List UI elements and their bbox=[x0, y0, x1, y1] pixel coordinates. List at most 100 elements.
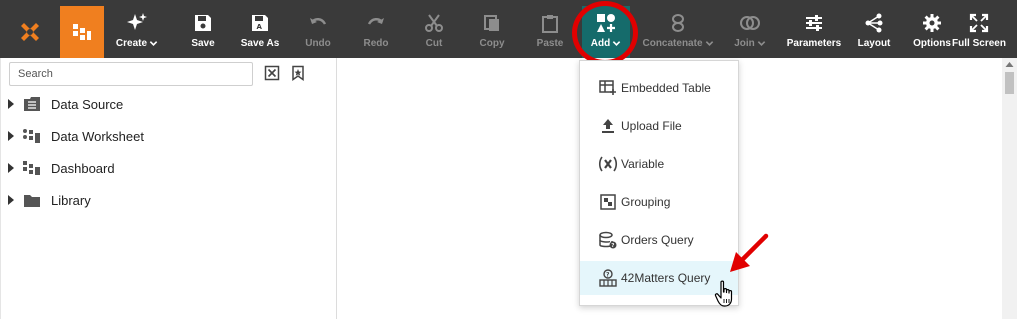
pencil-ruler-logo-icon bbox=[21, 23, 39, 41]
tree-item-data-source[interactable]: Data Source bbox=[7, 93, 123, 115]
app-logo[interactable] bbox=[0, 6, 60, 58]
sliders-icon bbox=[806, 15, 822, 31]
tree-item-label: Data Source bbox=[51, 96, 124, 112]
redo-button[interactable]: Redo bbox=[358, 6, 394, 58]
layout-button[interactable]: Layout bbox=[856, 6, 892, 58]
menu-item-label: Embedded Table bbox=[621, 81, 711, 95]
redo-icon bbox=[367, 18, 384, 25]
chevron-down-icon bbox=[705, 41, 713, 46]
add-button[interactable]: Add bbox=[582, 6, 630, 58]
tree-item-label: Data Worksheet bbox=[51, 128, 144, 144]
menu-item-upload-file[interactable]: Upload File bbox=[580, 109, 738, 143]
copy-button[interactable]: Copy bbox=[474, 6, 510, 58]
menu-item-orders-query[interactable]: ? Orders Query bbox=[580, 223, 738, 257]
tree-item-label: Dashboard bbox=[51, 160, 115, 176]
main-toolbar: Create Save A Save As Undo Redo Cut Copy… bbox=[0, 0, 1017, 58]
search-input[interactable] bbox=[9, 62, 253, 86]
expand-icon bbox=[969, 13, 989, 33]
concatenate-icon bbox=[672, 14, 684, 32]
undo-button[interactable]: Undo bbox=[300, 6, 336, 58]
concatenate-button[interactable]: Concatenate bbox=[640, 6, 716, 58]
bookmark-icon bbox=[292, 65, 304, 81]
upload-icon bbox=[602, 119, 614, 133]
layout-label: Layout bbox=[857, 38, 891, 49]
asset-tree-pane: Data Source Data Worksheet Dashboard bbox=[0, 58, 337, 319]
undo-label: Undo bbox=[305, 38, 331, 49]
gear-icon bbox=[923, 14, 941, 32]
menu-item-label: Orders Query bbox=[621, 233, 694, 247]
join-button[interactable]: Join bbox=[730, 6, 770, 58]
floppy-disk-icon bbox=[195, 15, 211, 31]
embedded-table-icon bbox=[599, 80, 616, 95]
bookmark-button[interactable] bbox=[289, 64, 307, 82]
undo-icon bbox=[310, 18, 327, 25]
grouping-icon bbox=[600, 194, 616, 210]
clear-search-button[interactable] bbox=[263, 64, 281, 82]
chevron-down-icon bbox=[149, 41, 158, 46]
cut-label: Cut bbox=[425, 38, 443, 49]
clipboard-icon bbox=[542, 15, 558, 33]
scroll-thumb[interactable] bbox=[1005, 72, 1014, 94]
tree-item-dashboard[interactable]: Dashboard bbox=[7, 157, 115, 179]
worksheet-tile-icon bbox=[73, 24, 91, 40]
menu-item-grouping[interactable]: Grouping bbox=[580, 185, 738, 219]
menu-item-label: Variable bbox=[621, 157, 665, 171]
scissors-icon bbox=[425, 14, 443, 32]
save-as-button[interactable]: A Save As bbox=[238, 6, 282, 58]
copy-label: Copy bbox=[479, 38, 505, 49]
redo-label: Redo bbox=[363, 38, 389, 49]
concatenate-label: Concatenate bbox=[642, 38, 703, 49]
tree-item-library[interactable]: Library bbox=[7, 189, 91, 211]
database-query-icon: ? bbox=[599, 231, 617, 249]
save-as-label: Save As bbox=[240, 38, 280, 49]
full-screen-label: Full Screen bbox=[952, 38, 1006, 49]
caret-right-icon bbox=[8, 99, 14, 109]
options-button[interactable]: Options bbox=[912, 6, 952, 58]
caret-right-icon bbox=[8, 195, 14, 205]
dashboard-icon bbox=[23, 161, 40, 175]
options-label: Options bbox=[913, 38, 951, 49]
hand-cursor-icon bbox=[714, 280, 733, 307]
save-as-icon: A bbox=[252, 15, 268, 31]
worksheet-logo[interactable] bbox=[60, 6, 104, 58]
menu-item-label: 42Matters Query bbox=[621, 271, 711, 285]
full-screen-button[interactable]: Full Screen bbox=[952, 6, 1006, 58]
chevron-down-icon bbox=[612, 41, 621, 46]
save-label: Save bbox=[191, 38, 215, 49]
tree-item-label: Library bbox=[51, 192, 91, 208]
parameters-label: Parameters bbox=[786, 38, 842, 49]
menu-item-embedded-table[interactable]: Embedded Table bbox=[580, 71, 738, 105]
create-label: Create bbox=[115, 38, 148, 49]
parameters-button[interactable]: Parameters bbox=[786, 6, 842, 58]
menu-item-variable[interactable]: Variable bbox=[580, 147, 738, 181]
layout-graph-icon bbox=[865, 13, 883, 33]
vertical-scrollbar[interactable] bbox=[1002, 58, 1017, 319]
sparkle-icon bbox=[127, 13, 147, 30]
svg-text:?: ? bbox=[606, 272, 610, 279]
app-window: Create Save A Save As Undo Redo Cut Copy… bbox=[0, 0, 1017, 319]
caret-right-icon bbox=[8, 163, 14, 173]
tree-item-data-worksheet[interactable]: Data Worksheet bbox=[7, 125, 144, 147]
rest-query-icon: ? bbox=[599, 269, 617, 287]
folder-icon bbox=[24, 194, 40, 207]
create-button[interactable]: Create bbox=[112, 6, 162, 58]
add-dropdown-menu: Embedded Table Upload File Variable Grou… bbox=[579, 60, 739, 306]
variable-icon bbox=[598, 156, 618, 172]
red-arrow-annotation-icon bbox=[730, 233, 769, 272]
menu-item-label: Upload File bbox=[621, 119, 682, 133]
menu-item-label: Grouping bbox=[621, 195, 671, 209]
cut-button[interactable]: Cut bbox=[416, 6, 452, 58]
close-box-icon bbox=[264, 65, 280, 81]
svg-text:A: A bbox=[257, 23, 263, 31]
scroll-up-arrow-icon[interactable] bbox=[1005, 61, 1014, 68]
paste-label: Paste bbox=[536, 38, 564, 49]
paste-button[interactable]: Paste bbox=[532, 6, 568, 58]
add-shapes-icon bbox=[597, 14, 615, 32]
save-button[interactable]: Save bbox=[185, 6, 221, 58]
add-label: Add bbox=[590, 38, 611, 49]
join-label: Join bbox=[734, 38, 755, 49]
chevron-down-icon bbox=[757, 41, 766, 46]
copy-icon bbox=[484, 15, 499, 31]
data-worksheet-icon bbox=[23, 129, 40, 143]
data-source-icon bbox=[24, 97, 40, 111]
